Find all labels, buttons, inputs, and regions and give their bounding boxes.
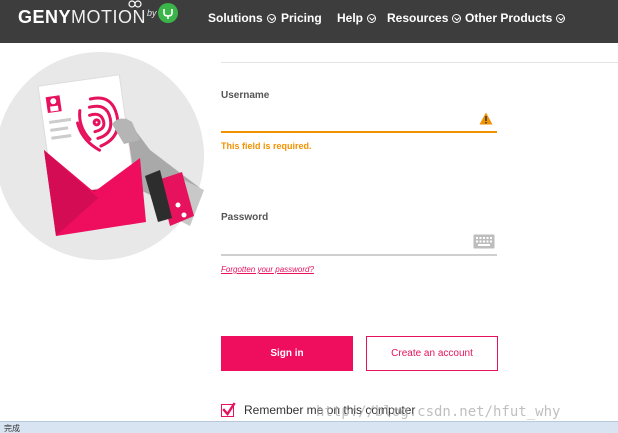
chevron-down-icon: [452, 13, 462, 23]
by-text: by: [147, 8, 157, 18]
keyboard-icon[interactable]: [473, 234, 495, 249]
warning-icon: [479, 112, 493, 125]
username-field[interactable]: [221, 131, 497, 133]
chevron-down-icon: [556, 13, 566, 23]
top-navigation-bar: GENY MOTION by Solutions Pricing Help Res…: [0, 0, 618, 43]
username-label: Username: [221, 90, 270, 101]
genymotion-logo[interactable]: GENY MOTION: [18, 0, 147, 30]
password-label: Password: [221, 212, 269, 223]
logo-text-light: MOTION: [71, 6, 147, 27]
forgot-password-link[interactable]: Forgotten your password?: [221, 265, 314, 274]
nav-item-label: Other Products: [465, 11, 553, 25]
password-field[interactable]: [221, 254, 497, 256]
fingerprint-envelope-illustration: [0, 52, 204, 260]
nav-item-label: Resources: [387, 11, 449, 25]
logo-text-bold: GENY: [18, 6, 72, 27]
nav-item-label: Help: [337, 11, 364, 25]
genymotion-logo-icon: [128, 0, 142, 8]
nav-item-label: Solutions: [208, 11, 263, 25]
nav-item-pricing[interactable]: Pricing: [281, 10, 322, 26]
remember-me-checkbox[interactable]: [221, 401, 236, 417]
nav-item-other-products[interactable]: Other Products: [465, 10, 566, 26]
chevron-down-icon: [266, 13, 276, 23]
watermark-text: http://blog.csdn.net/hfut_why: [316, 404, 561, 420]
username-error-message: This field is required.: [221, 141, 312, 151]
genymobile-badge-icon[interactable]: [158, 3, 178, 23]
browser-status-bar: 完成: [0, 421, 618, 433]
status-text: 完成: [4, 424, 20, 433]
form-divider: [221, 62, 618, 63]
nav-item-help[interactable]: Help: [337, 10, 377, 26]
create-account-button[interactable]: Create an account: [366, 336, 498, 371]
nav-item-label: Pricing: [281, 11, 322, 25]
chevron-down-icon: [367, 13, 377, 23]
nav-item-resources[interactable]: Resources: [387, 10, 462, 26]
nav-item-solutions[interactable]: Solutions: [208, 10, 276, 26]
sign-in-button[interactable]: Sign in: [221, 336, 353, 371]
checkmark-icon: [222, 401, 236, 416]
